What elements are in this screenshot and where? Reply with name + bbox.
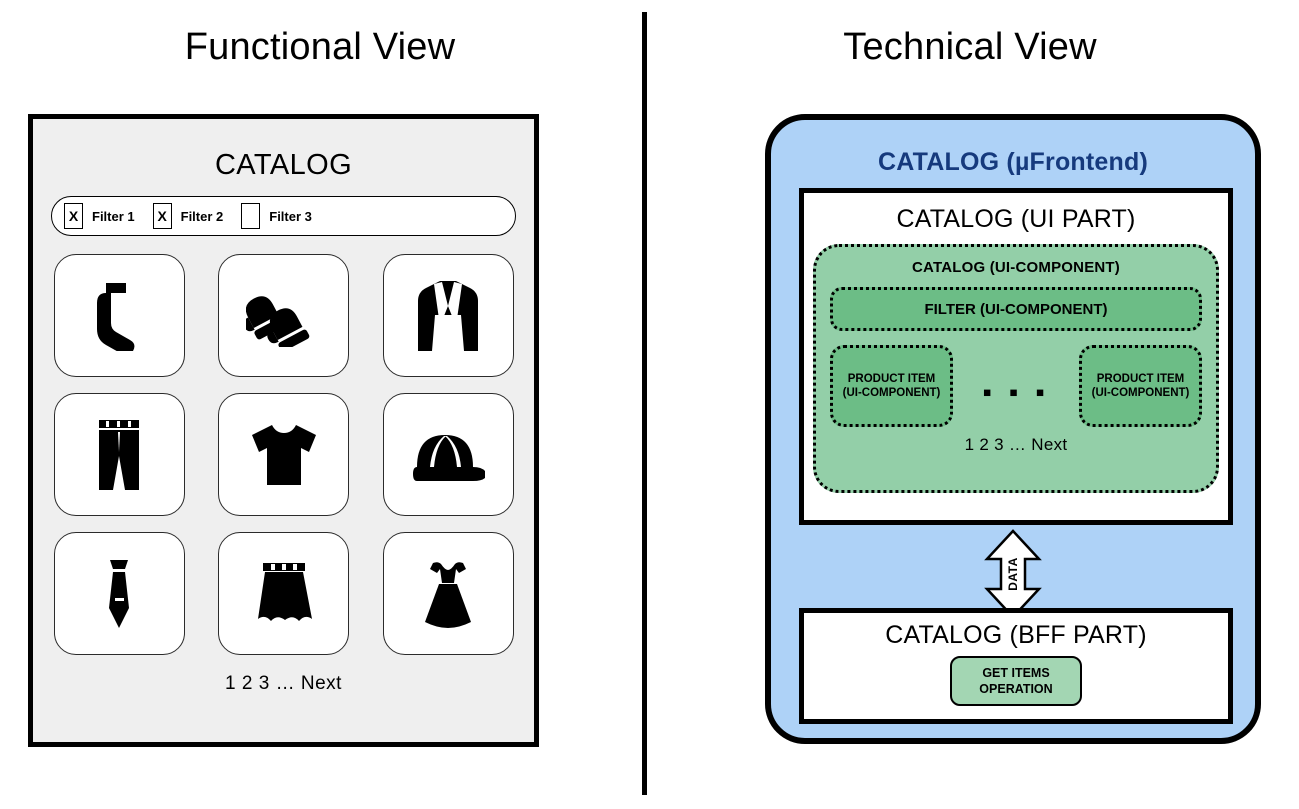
get-items-operation-box: GET ITEMS OPERATION [950, 656, 1082, 706]
ui-component-pagination: 1 2 3 … Next [964, 435, 1068, 454]
filter-label-1: Filter 1 [92, 208, 135, 224]
data-flow-arrow: DATA [984, 529, 1042, 619]
filter-item-2[interactable]: X Filter 2 [152, 203, 224, 229]
technical-view-title: Technical View [843, 26, 1097, 68]
blazer-icon [418, 279, 478, 353]
tie-icon [102, 558, 136, 630]
functional-view-title: Functional View [184, 26, 456, 68]
filter-checkbox-3[interactable] [241, 203, 261, 229]
product-tile-mittens[interactable] [218, 254, 349, 377]
product-tile-pants[interactable] [53, 393, 185, 516]
product-grid [53, 254, 514, 655]
product-tile-blazer[interactable] [382, 254, 514, 377]
dress-icon [417, 559, 479, 629]
ellipsis-separator: ▪ ▪ ▪ [982, 376, 1050, 407]
catalog-pagination[interactable]: 1 2 3 … Next [33, 673, 534, 695]
catalog-mock-heading: CATALOG [214, 149, 353, 181]
filter-item-1[interactable]: X Filter 1 [64, 203, 135, 229]
product-item-components-row: PRODUCT ITEM (UI-COMPONENT) ▪ ▪ ▪ PRODUC… [830, 345, 1202, 427]
filter-label-2: Filter 2 [180, 208, 224, 224]
sock-icon [90, 281, 148, 351]
bff-part-heading: CATALOG (BFF PART) [885, 621, 1147, 649]
vertical-divider [642, 12, 647, 795]
cap-icon [411, 429, 485, 481]
product-tile-tie[interactable] [53, 532, 185, 655]
product-tile-cap[interactable] [382, 393, 514, 516]
catalog-microfrontend-container: CATALOG (µFrontend) CATALOG (UI PART) CA… [765, 114, 1261, 744]
catalog-ui-part-box: CATALOG (UI PART) CATALOG (UI-COMPONENT)… [799, 188, 1233, 525]
ui-part-heading: CATALOG (UI PART) [896, 205, 1136, 233]
filter-bar: X Filter 1 X Filter 2 Filter 3 [51, 196, 516, 236]
product-tile-skirt[interactable] [218, 532, 349, 655]
microfrontend-title: CATALOG (µFrontend) [878, 148, 1148, 176]
catalog-bff-part-box: CATALOG (BFF PART) GET ITEMS OPERATION [799, 608, 1233, 724]
filter-label-3: Filter 3 [269, 208, 312, 224]
skirt-icon [253, 561, 315, 627]
product-tile-tshirt[interactable] [218, 393, 349, 516]
product-item-ui-component-left: PRODUCT ITEM (UI-COMPONENT) [830, 345, 953, 427]
product-item-right-line2: (UI-COMPONENT) [1091, 387, 1190, 399]
operation-line2: OPERATION [979, 682, 1053, 696]
product-item-right-line1: PRODUCT ITEM [1096, 372, 1185, 385]
tshirt-icon [248, 423, 320, 487]
filter-checkbox-2[interactable]: X [152, 203, 172, 229]
product-item-ui-component-right: PRODUCT ITEM (UI-COMPONENT) [1078, 345, 1202, 427]
filter-ui-component-box: FILTER (UI-COMPONENT) [830, 287, 1202, 331]
operation-line1: GET ITEMS [982, 665, 1050, 680]
product-item-left-line1: PRODUCT ITEM [847, 372, 936, 385]
product-tile-sock[interactable] [53, 254, 185, 377]
product-item-left-line2: (UI-COMPONENT) [842, 387, 941, 399]
catalog-ui-component-label: CATALOG (UI-COMPONENT) [912, 259, 1120, 276]
product-tile-dress[interactable] [382, 532, 514, 655]
filter-checkbox-1[interactable]: X [64, 203, 83, 229]
mittens-icon [245, 285, 322, 347]
filter-item-3[interactable]: Filter 3 [241, 203, 312, 229]
catalog-screen-mockup: CATALOG X Filter 1 X Filter 2 Filter 3 1… [28, 114, 539, 747]
pants-icon [96, 418, 142, 492]
catalog-ui-component-box: CATALOG (UI-COMPONENT) FILTER (UI-COMPON… [813, 244, 1219, 493]
